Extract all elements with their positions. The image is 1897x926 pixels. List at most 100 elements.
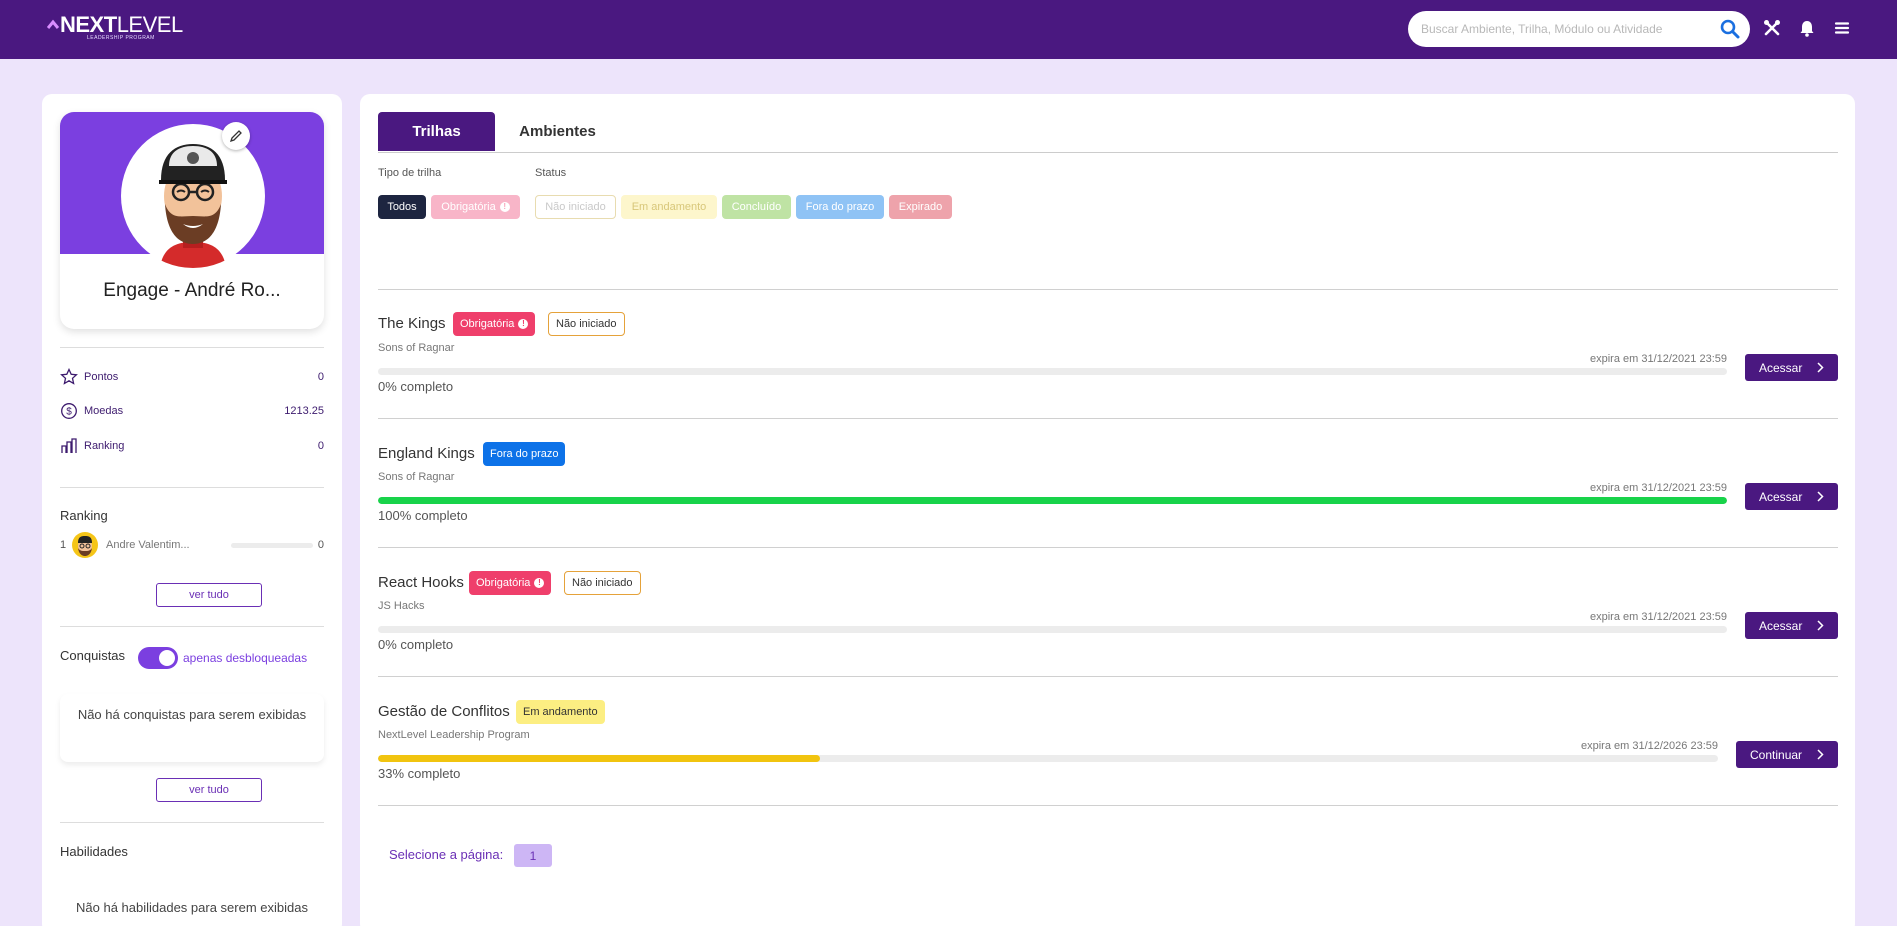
search-icon[interactable] — [1720, 19, 1740, 39]
divider — [60, 822, 324, 823]
badge-label: Obrigatória — [460, 318, 515, 330]
badge-obrigatoria: Obrigatória! — [453, 312, 536, 336]
stat-label: Ranking — [84, 440, 125, 452]
track-title[interactable]: React Hooks — [378, 574, 464, 591]
track-progress-label: 0% completo — [378, 379, 454, 394]
ranking-avatar — [72, 532, 98, 558]
svg-text:$: $ — [66, 407, 72, 418]
track-type-label: Tipo de trilha — [378, 167, 442, 179]
track-progress-label: 0% completo — [378, 637, 454, 652]
filter-chip-fora-do-prazo[interactable]: Fora do prazo — [796, 195, 884, 219]
page-button[interactable]: 1 — [514, 844, 552, 867]
ranking-see-all-button[interactable]: ver tudo — [156, 583, 262, 607]
filter-chip-nao-iniciado[interactable]: Não iniciado — [535, 195, 616, 219]
stat-coins: $ Moedas 1213.25 — [60, 401, 324, 421]
track-title[interactable]: Gestão de Conflitos — [378, 703, 510, 720]
divider — [60, 347, 324, 348]
ranking-avatar-illustration — [78, 536, 92, 556]
button-label: Continuar — [1750, 747, 1803, 762]
ranking-title: Ranking — [60, 508, 108, 523]
track-title[interactable]: The Kings — [378, 315, 446, 332]
tab-underline — [378, 152, 1838, 153]
profile-sidebar: Engage - André Ro... Pontos 0 $ Moedas 1… — [42, 94, 342, 926]
tab-trilhas[interactable]: Trilhas — [378, 112, 495, 151]
badge-label: Obrigatória — [476, 577, 531, 589]
track-progress-bar — [378, 626, 1727, 633]
ranking-value: 0 — [317, 539, 324, 551]
badge-nao-iniciado: Não iniciado — [564, 571, 641, 595]
filter-chip-em-andamento[interactable]: Em andamento — [621, 195, 717, 219]
logo-chevron-icon — [47, 19, 59, 29]
track-access-button[interactable]: Acessar — [1745, 612, 1838, 639]
tools-icon[interactable] — [1762, 18, 1782, 38]
tab-ambientes[interactable]: Ambientes — [500, 112, 615, 151]
logo-next-text: NEXT — [60, 12, 117, 37]
menu-icon[interactable] — [1832, 18, 1852, 38]
profile-card: Engage - André Ro... — [60, 112, 324, 329]
chip-label: Obrigatória — [441, 201, 496, 213]
filter-chip-concluido[interactable]: Concluído — [722, 195, 791, 219]
track-continue-button[interactable]: Continuar — [1736, 741, 1838, 768]
achievements-empty-box — [60, 694, 324, 762]
unlocked-only-toggle[interactable] — [138, 647, 178, 669]
divider — [378, 289, 1838, 290]
divider — [378, 805, 1838, 806]
top-bar: NEXT LEVEL LEADERSHIP PROGRAM — [0, 0, 1897, 59]
divider — [60, 487, 324, 488]
track-progress-bar — [378, 497, 1727, 504]
track-expiry: expira em 31/12/2021 23:59 — [1590, 482, 1727, 494]
skills-empty-text: Não há habilidades para serem exibidas — [76, 900, 308, 915]
stat-label: Pontos — [84, 371, 119, 383]
search-box — [1408, 11, 1750, 47]
stat-value: 0 — [317, 440, 324, 452]
filter-chip-obrigatoria[interactable]: Obrigatória ! — [431, 195, 520, 219]
bell-icon[interactable] — [1797, 18, 1817, 38]
edit-profile-button[interactable] — [222, 122, 250, 150]
button-label: Acessar — [1759, 489, 1803, 504]
info-icon: ! — [518, 319, 529, 329]
track-subtitle: NextLevel Leadership Program — [378, 729, 530, 741]
track-expiry: expira em 31/12/2021 23:59 — [1590, 611, 1727, 623]
achievements-see-all-button[interactable]: ver tudo — [156, 778, 262, 802]
stat-points: Pontos 0 — [60, 367, 324, 387]
toggle-label: apenas desbloqueadas — [183, 651, 308, 665]
logo-level-text: LEVEL — [116, 12, 184, 37]
filter-chip-expirado[interactable]: Expirado — [889, 195, 952, 219]
track-progress-bar — [378, 755, 1718, 762]
track-subtitle: Sons of Ragnar — [378, 471, 455, 483]
track-progress-bar — [378, 368, 1727, 375]
ranking-position: 1 — [60, 539, 67, 551]
badge-obrigatoria: Obrigatória! — [469, 571, 552, 595]
track-title[interactable]: England Kings — [378, 445, 475, 462]
track-expiry: expira em 31/12/2021 23:59 — [1590, 353, 1727, 365]
coin-icon: $ — [61, 403, 77, 419]
track-access-button[interactable]: Acessar — [1745, 483, 1838, 510]
stat-ranking: Ranking 0 — [60, 436, 324, 456]
ranking-progress-bar — [231, 543, 313, 548]
track-subtitle: Sons of Ragnar — [378, 342, 455, 354]
divider — [60, 626, 324, 627]
filter-chip-todos[interactable]: Todos — [378, 195, 426, 219]
track-access-button[interactable]: Acessar — [1745, 354, 1838, 381]
track-expiry: expira em 31/12/2026 23:59 — [1581, 740, 1718, 752]
ranking-name: Andre Valentim... — [106, 539, 190, 551]
divider — [378, 547, 1838, 548]
star-icon — [60, 368, 78, 385]
pencil-icon — [229, 130, 242, 143]
button-label: Acessar — [1759, 360, 1803, 375]
pager-label: Selecione a página: — [389, 847, 504, 862]
chevron-right-icon — [1817, 749, 1824, 760]
status-label: Status — [535, 167, 567, 179]
stat-value: 0 — [317, 371, 324, 383]
stat-label: Moedas — [84, 405, 124, 417]
logo[interactable]: NEXT LEVEL LEADERSHIP PROGRAM — [47, 14, 183, 41]
stat-value: 1213.25 — [284, 405, 324, 417]
chevron-right-icon — [1817, 620, 1824, 631]
badge-em-andamento: Em andamento — [516, 700, 605, 724]
ranking-row[interactable]: 1 Andre Valentim... 0 — [60, 532, 324, 558]
skills-title: Habilidades — [60, 844, 128, 859]
info-icon: ! — [534, 578, 545, 588]
search-input[interactable] — [1421, 19, 1711, 39]
tracks-panel: Trilhas Ambientes Tipo de trilha Status … — [360, 94, 1855, 926]
track-progress-fill — [378, 755, 821, 762]
